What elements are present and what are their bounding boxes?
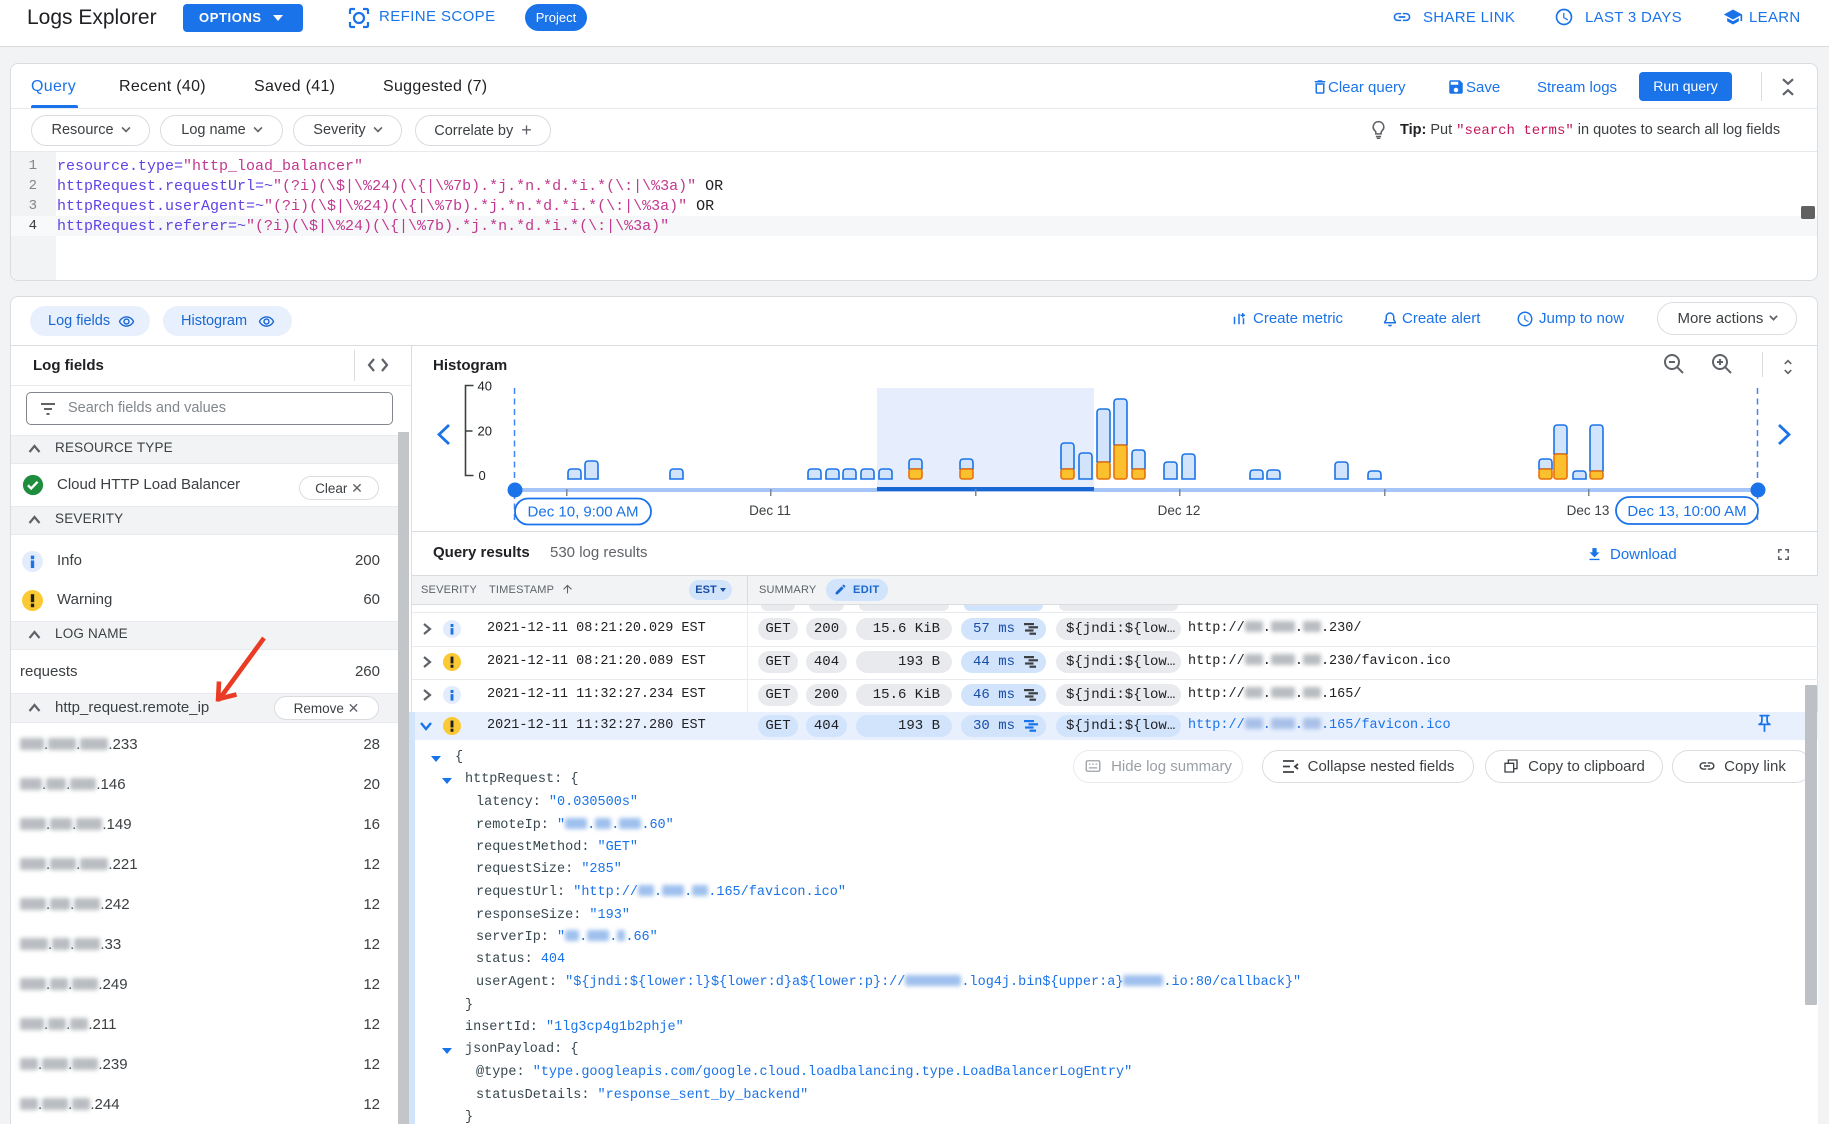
svg-text:Dec 10, 9:00 AM: Dec 10, 9:00 AM [528, 504, 639, 521]
svg-text:40: 40 [478, 379, 492, 394]
svg-text:Dec 12: Dec 12 [1158, 503, 1201, 518]
svg-text:Dec 11: Dec 11 [749, 503, 791, 518]
svg-text:0: 0 [479, 468, 486, 483]
svg-text:20: 20 [478, 424, 492, 439]
svg-text:Dec 13, 10:00 AM: Dec 13, 10:00 AM [1627, 503, 1746, 520]
svg-text:Dec 13: Dec 13 [1567, 503, 1610, 518]
